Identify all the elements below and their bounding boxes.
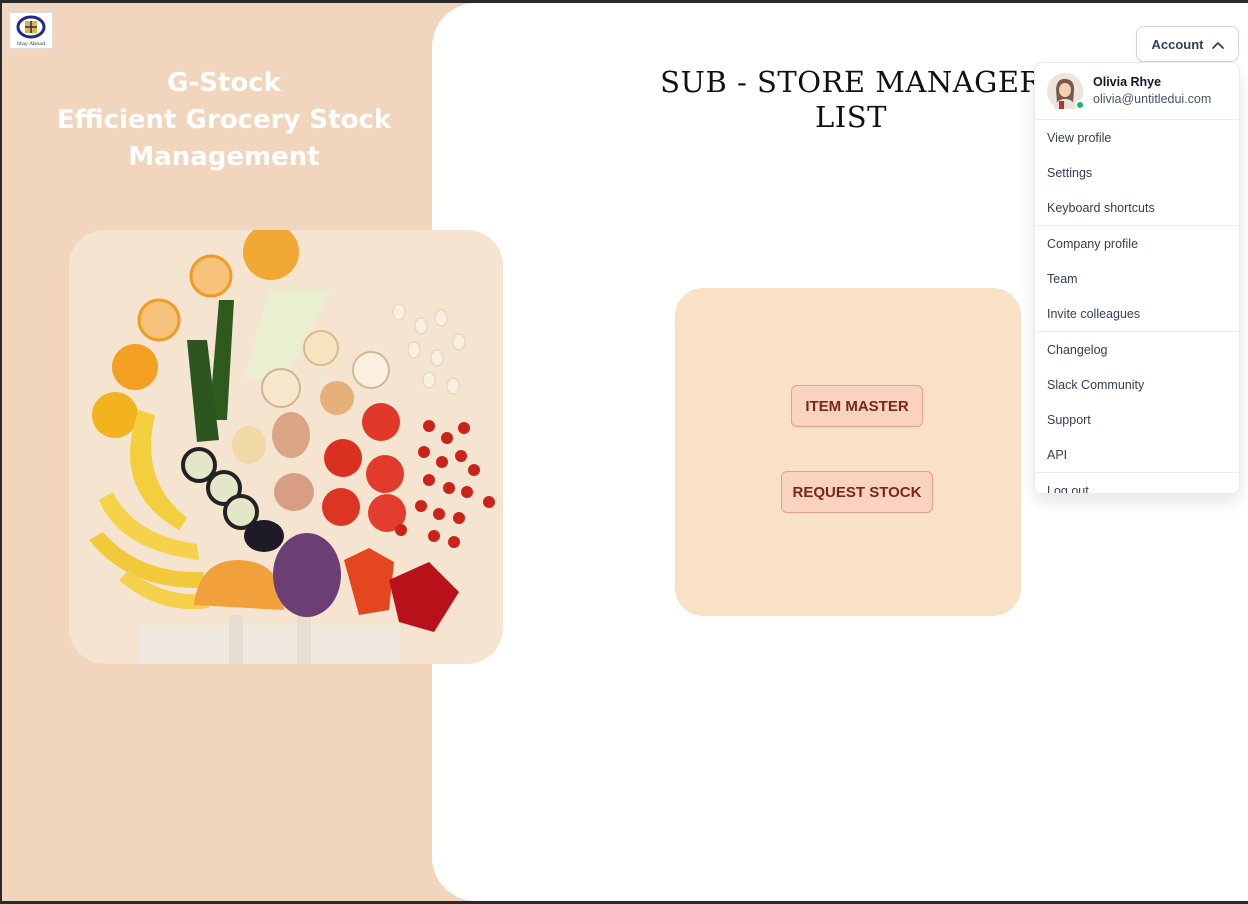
user-name: Olivia Rhye xyxy=(1093,75,1162,89)
menu-group-session: Log out xyxy=(1035,473,1239,494)
grocery-produce-image xyxy=(69,230,503,664)
chevron-up-icon xyxy=(1211,37,1224,52)
online-status-dot xyxy=(1075,100,1085,110)
menu-item-keyboard-shortcuts[interactable]: Keyboard shortcuts xyxy=(1035,190,1239,225)
menu-group-company: Company profile Team Invite colleagues xyxy=(1035,226,1239,332)
brand-tagline-line1: Efficient Grocery Stock xyxy=(56,105,392,135)
menu-item-team[interactable]: Team xyxy=(1035,261,1239,296)
avatar-icon xyxy=(1047,73,1085,110)
menu-item-changelog[interactable]: Changelog xyxy=(1035,332,1239,367)
app-frame: Stay Ahead G-Stock Efficient Grocery Sto… xyxy=(2,3,1248,901)
menu-user-header: Olivia Rhye olivia@untitledui.com xyxy=(1035,63,1239,120)
brand-heading: G-Stock Efficient Grocery Stock Manageme… xyxy=(32,65,416,176)
brand-name: G-Stock xyxy=(167,68,281,98)
account-button[interactable]: Account xyxy=(1136,26,1239,62)
menu-group-profile: View profile Settings Keyboard shortcuts xyxy=(1035,120,1239,226)
logo-tagline: Stay Ahead xyxy=(17,41,47,47)
menu-item-view-profile[interactable]: View profile xyxy=(1035,120,1239,155)
menu-item-company-profile[interactable]: Company profile xyxy=(1035,226,1239,261)
page-title: SUB - STORE MANAGER LIST xyxy=(652,65,1050,135)
menu-item-invite-colleagues[interactable]: Invite colleagues xyxy=(1035,296,1239,331)
account-button-label: Account xyxy=(1151,36,1204,52)
account-dropdown-menu: Olivia Rhye olivia@untitledui.com View p… xyxy=(1034,62,1240,494)
menu-item-support[interactable]: Support xyxy=(1035,402,1239,437)
page-title-line2: LIST xyxy=(815,100,887,134)
menu-item-log-out[interactable]: Log out xyxy=(1035,473,1239,494)
company-logo-icon: Stay Ahead xyxy=(9,12,53,49)
menu-item-api[interactable]: API xyxy=(1035,437,1239,472)
brand-tagline-line2: Management xyxy=(128,142,320,172)
actions-card xyxy=(675,288,1021,616)
menu-group-resources: Changelog Slack Community Support API xyxy=(1035,332,1239,473)
item-master-button[interactable]: ITEM MASTER xyxy=(791,385,923,427)
request-stock-button[interactable]: REQUEST STOCK xyxy=(781,471,933,513)
menu-item-slack-community[interactable]: Slack Community xyxy=(1035,367,1239,402)
page-title-line1: SUB - STORE MANAGER xyxy=(660,65,1042,99)
menu-item-settings[interactable]: Settings xyxy=(1035,155,1239,190)
user-email: olivia@untitledui.com xyxy=(1093,92,1212,106)
